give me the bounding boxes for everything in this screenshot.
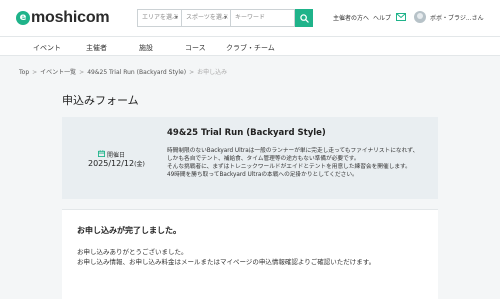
event-summary-card: 開催日 2025/12/12(金) 49&25 Trial Run (Backy… xyxy=(62,117,438,199)
nav-item-facilities[interactable]: 施設 xyxy=(139,43,153,53)
help-link[interactable]: ヘルプ xyxy=(373,13,391,22)
user-name[interactable]: ボボ・ブラジ...さん xyxy=(430,13,484,22)
logo-text: moshicom xyxy=(31,9,110,26)
nav-item-events[interactable]: イベント xyxy=(33,43,61,53)
event-description: 時間制限のないBackyard Ultraは一般のランナーが単に完走し走ってもフ… xyxy=(167,147,435,179)
site-header: e moshicom エリアを選ぶ ▾ スポーツを選ぶ ▾ キーワード 主催者の… xyxy=(0,0,500,36)
avatar[interactable] xyxy=(414,11,426,23)
breadcrumb-current: お申し込み xyxy=(197,69,228,76)
event-title: 49&25 Trial Run (Backyard Style) xyxy=(167,128,326,138)
event-description-line: 時間制限のないBackyard Ultraは一般のランナーが単に完走し走ってもフ… xyxy=(167,148,419,154)
breadcrumb-separator: > xyxy=(79,69,85,76)
calendar-icon xyxy=(98,150,105,157)
completion-message: お申し込みありがとうございました。 お申し込み情報、お申し込み料金はメールまたは… xyxy=(77,247,375,267)
site-logo[interactable]: e moshicom xyxy=(16,8,110,28)
area-select[interactable]: エリアを選ぶ ▾ xyxy=(137,9,181,27)
search-button[interactable] xyxy=(295,9,313,27)
completion-title: お申し込みが完了しました。 xyxy=(77,226,181,235)
event-date-value: 2025/12/12 xyxy=(88,159,135,168)
breadcrumb-event[interactable]: 49&25 Trial Run (Backyard Style) xyxy=(87,69,186,76)
main-nav: イベント 主催者 施設 コース クラブ・チーム xyxy=(0,36,500,56)
page-title: 申込みフォーム xyxy=(62,94,139,107)
search-icon xyxy=(299,13,309,23)
completion-message-line: お申し込み情報、お申し込み料金はメールまたはマイページの申込情報確認よりご確認い… xyxy=(77,258,376,266)
event-description-line: しかも各自でテント、補給食、タイム管理等の途方もない準備が必要です。 xyxy=(167,156,360,162)
completion-card: お申し込みが完了しました。 お申し込みありがとうございました。 お申し込み情報、… xyxy=(62,209,438,299)
keyword-input-placeholder: キーワード xyxy=(235,14,266,21)
nav-item-clubs[interactable]: クラブ・チーム xyxy=(226,43,275,53)
search-bar: エリアを選ぶ ▾ スポーツを選ぶ ▾ キーワード xyxy=(137,9,317,27)
chevron-down-icon: ▾ xyxy=(174,14,178,21)
keyword-input[interactable]: キーワード xyxy=(230,9,295,27)
chevron-down-icon: ▾ xyxy=(223,14,227,21)
event-date: 2025/12/12(金) xyxy=(88,159,145,168)
sport-select-placeholder: スポーツを選ぶ xyxy=(186,14,228,21)
sport-select[interactable]: スポーツを選ぶ ▾ xyxy=(181,9,230,27)
organizer-link[interactable]: 主催者の方へ xyxy=(333,13,369,22)
nav-item-organizers[interactable]: 主催者 xyxy=(86,43,107,53)
event-day-of-week: (金) xyxy=(134,161,145,168)
breadcrumb-top[interactable]: Top xyxy=(19,69,29,76)
area-select-placeholder: エリアを選ぶ xyxy=(142,14,179,21)
event-description-line: 49時間を勝ち取ってBackyard Ultraの本戦への足掛かりとしてください… xyxy=(167,172,358,178)
breadcrumb-separator: > xyxy=(32,69,38,76)
completion-message-line: お申し込みありがとうございました。 xyxy=(77,248,188,256)
event-description-line: そんな挑戦者に、まずはトレニックワールドがエイドとテントを用意した練習会を開催し… xyxy=(167,164,411,170)
logo-mark: e xyxy=(16,11,30,25)
breadcrumb-separator: > xyxy=(189,69,195,76)
event-date-label: 開催日 xyxy=(107,152,126,159)
mail-icon[interactable] xyxy=(396,13,406,21)
nav-item-courses[interactable]: コース xyxy=(185,43,206,53)
breadcrumb: Top > イベント一覧 >49&25 Trial Run (Backyard Sty… xyxy=(19,67,227,76)
event-date-box: 開催日 2025/12/12(金) xyxy=(62,117,152,199)
breadcrumb-event-list[interactable]: イベント一覧 xyxy=(40,69,76,76)
